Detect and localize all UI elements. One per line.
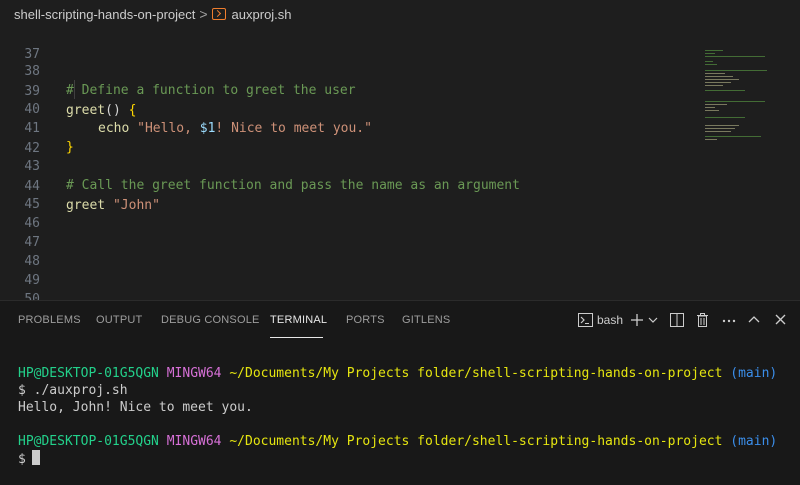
plus-icon[interactable]	[630, 313, 644, 327]
prompt-user: HP@DESKTOP-01G5QGN	[18, 366, 159, 381]
breadcrumb: shell-scripting-hands-on-project > auxpr…	[0, 0, 800, 28]
shell-file-icon	[211, 8, 226, 20]
trash-icon[interactable]	[696, 313, 709, 327]
code-line: 45	[0, 195, 700, 214]
code-line: 48	[0, 252, 700, 271]
code-line: 43 # Call the greet function and pass th…	[0, 138, 700, 193]
line-number: 47	[24, 235, 40, 250]
prompt-path: ~/Documents/My Projects folder/shell-scr…	[229, 366, 723, 381]
code-line: 50	[0, 290, 700, 300]
prompt-path: ~/Documents/My Projects folder/shell-scr…	[229, 434, 723, 449]
tab-ports[interactable]: PORTS	[346, 314, 385, 326]
code-line: 41 }	[0, 100, 700, 155]
shell-label[interactable]: bash	[597, 313, 623, 327]
tab-terminal[interactable]: TERMINAL	[270, 314, 327, 326]
breadcrumb-file[interactable]: auxproj.sh	[232, 7, 292, 22]
chevron-up-icon[interactable]	[748, 315, 760, 323]
terminal-output[interactable]: HP@DESKTOP-01G5QGN MINGW64 ~/Documents/M…	[18, 365, 777, 468]
line-number: 48	[24, 254, 40, 269]
breadcrumb-separator-icon: >	[199, 6, 208, 22]
terminal-output-line: Hello, John! Nice to meet you.	[18, 400, 253, 415]
terminal-prompt: HP@DESKTOP-01G5QGN MINGW64 ~/Documents/M…	[18, 434, 777, 449]
split-icon[interactable]	[670, 313, 684, 327]
code-line: 40 echo "Hello, $1! Nice to meet you."	[0, 81, 700, 136]
line-number: 50	[24, 292, 40, 300]
terminal-icon[interactable]	[578, 313, 593, 327]
close-icon[interactable]	[775, 314, 786, 325]
code-line: 47	[0, 233, 700, 252]
active-tab-indicator	[270, 337, 323, 338]
code-line: 42	[0, 120, 700, 156]
prompt-user: HP@DESKTOP-01G5QGN	[18, 434, 159, 449]
code-line: 44 greet "John"	[0, 158, 700, 213]
line-number: 49	[24, 273, 40, 288]
terminal-panel: PROBLEMS OUTPUT DEBUG CONSOLE TERMINAL P…	[0, 300, 800, 485]
minimap[interactable]	[705, 28, 785, 300]
code-line: 39 greet() {	[0, 63, 700, 118]
prompt-branch: (main)	[730, 366, 778, 381]
tab-problems[interactable]: PROBLEMS	[18, 314, 81, 326]
code-line: 51	[0, 176, 700, 195]
line-number: 46	[24, 216, 40, 231]
line-number: 45	[24, 197, 40, 212]
code-line: 38 # Define a function to greet the user	[0, 43, 700, 98]
more-icon[interactable]	[722, 319, 736, 323]
terminal-cursor	[31, 450, 40, 465]
prompt-branch: (main)	[730, 434, 778, 449]
terminal-command: $ ./auxproj.sh	[18, 383, 128, 398]
tab-debug-console[interactable]: DEBUG CONSOLE	[161, 314, 260, 326]
prompt-system: MINGW64	[166, 366, 222, 381]
prompt-system: MINGW64	[166, 434, 222, 449]
breadcrumb-folder[interactable]: shell-scripting-hands-on-project	[14, 7, 195, 22]
terminal-prompt: HP@DESKTOP-01G5QGN MINGW64 ~/Documents/M…	[18, 366, 777, 381]
terminal-input-prompt: $	[18, 452, 26, 467]
code-line: 49	[0, 271, 700, 290]
tab-output[interactable]: OUTPUT	[96, 314, 142, 326]
code-editor[interactable]: 37 38 # Define a function to greet the u…	[0, 28, 800, 300]
tab-gitlens[interactable]: GITLENS	[402, 314, 450, 326]
code-line: 46	[0, 214, 700, 233]
chevron-down-icon[interactable]	[648, 316, 658, 324]
